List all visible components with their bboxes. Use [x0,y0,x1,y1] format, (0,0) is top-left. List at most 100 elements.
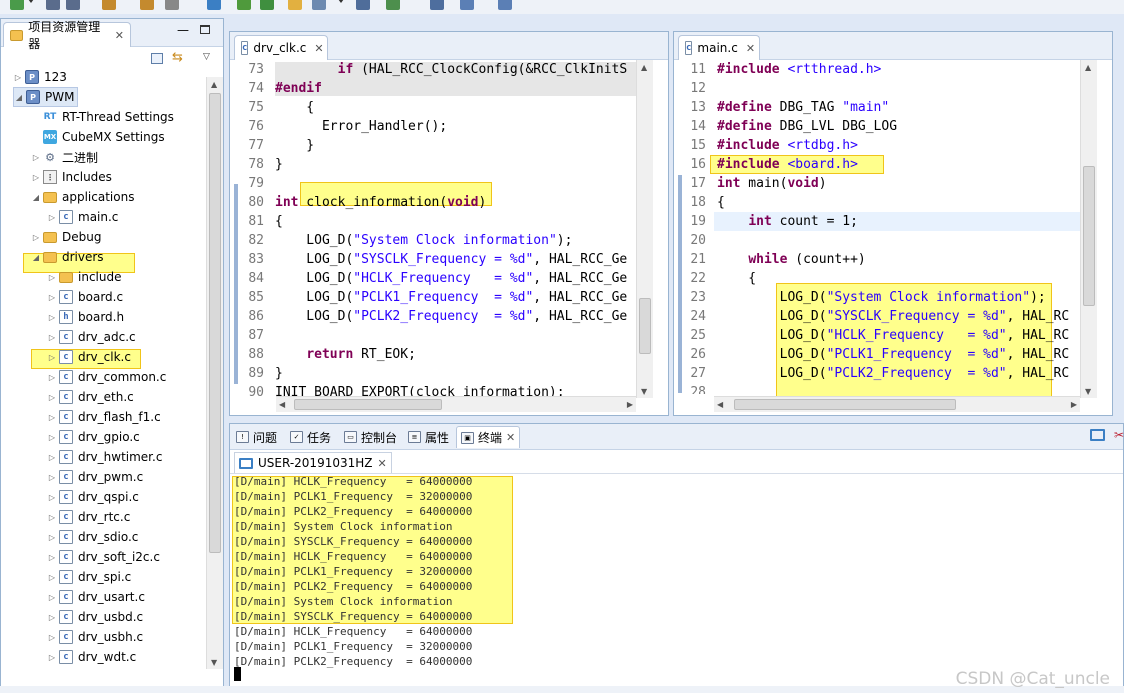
code-line[interactable]: LOG_D("System Clock information"); [717,288,1046,307]
clean-icon[interactable] [165,0,179,10]
collapsed-arrow-icon[interactable]: ▷ [47,213,57,222]
tree-item-drv-qspi-c[interactable]: ▷ c drv_qspi.c [47,487,139,507]
tree-item-drv-usbh-c[interactable]: ▷ c drv_usbh.c [47,627,143,647]
tree-item-drv-common-c[interactable]: ▷ c drv_common.c [47,367,166,387]
tree-item-drivers[interactable]: ◢ drivers [31,247,104,267]
collapsed-arrow-icon[interactable]: ▷ [47,533,57,542]
scroll-up-icon[interactable]: ▲ [641,63,647,72]
tree-item-drv-soft-i2c-c[interactable]: ▷ c drv_soft_i2c.c [47,547,160,567]
collapsed-arrow-icon[interactable]: ▷ [47,333,57,342]
code-line[interactable]: LOG_D("SYSCLK_Frequency = %d", HAL_RC [717,307,1070,326]
collapsed-arrow-icon[interactable]: ▷ [47,453,57,462]
tree-item-drv-gpio-c[interactable]: ▷ c drv_gpio.c [47,427,140,447]
tree-item-main-c[interactable]: ▷ c main.c [47,207,118,227]
tab-problems[interactable]: ! 问题 [232,426,281,448]
tab-properties[interactable]: ≡ 属性 [404,426,453,448]
terminal-output[interactable]: [D/main] HCLK_Frequency = 64000000 [D/mai… [230,473,1123,685]
code-line[interactable]: #define DBG_LVL DBG_LOG [717,117,897,136]
editor-right-hscrollbar[interactable]: ◀ ▶ [714,396,1080,412]
scroll-thumb[interactable] [294,399,442,410]
new-icon[interactable] [10,0,24,10]
close-icon[interactable]: ✕ [314,42,323,55]
code-line[interactable]: if (HAL_RCC_ClockConfig(&RCC_ClkInitS [275,60,628,79]
close-icon[interactable]: ✕ [506,431,515,444]
disconnect-icon[interactable]: ✂ [1114,428,1124,442]
editor-right-vscrollbar[interactable]: ▲ ▼ [1080,60,1097,398]
collapsed-arrow-icon[interactable]: ▷ [47,493,57,502]
collapsed-arrow-icon[interactable]: ▷ [31,233,41,242]
tree-item-applications[interactable]: ◢ applications [31,187,135,207]
explorer-vscrollbar[interactable]: ▲ ▼ [206,77,223,669]
collapsed-arrow-icon[interactable]: ▷ [47,613,57,622]
scroll-right-icon[interactable]: ▶ [627,400,633,409]
scroll-left-icon[interactable]: ◀ [279,400,285,409]
collapsed-arrow-icon[interactable]: ▷ [13,73,23,82]
link-with-editor-icon[interactable]: ⇆ [172,50,183,65]
collapsed-arrow-icon[interactable]: ▷ [31,153,41,162]
collapsed-arrow-icon[interactable]: ▷ [47,513,57,522]
collapsed-arrow-icon[interactable]: ▷ [31,173,41,182]
collapsed-arrow-icon[interactable]: ▷ [47,633,57,642]
collapsed-arrow-icon[interactable]: ▷ [47,273,57,282]
annotation-icon[interactable] [386,0,400,10]
back-icon[interactable] [460,0,474,10]
collapsed-arrow-icon[interactable]: ▷ [47,573,57,582]
search-icon[interactable] [312,0,326,10]
debug-icon[interactable] [237,0,251,10]
code-line[interactable]: int clock_information(void) [275,193,486,212]
collapsed-arrow-icon[interactable]: ▷ [47,413,57,422]
scroll-left-icon[interactable]: ◀ [717,400,723,409]
scroll-thumb[interactable] [734,399,956,410]
tree-item-cubemx-settings[interactable]: MX CubeMX Settings [31,127,165,147]
editor-left-vscrollbar[interactable]: ▲ ▼ [636,60,653,398]
code-line[interactable]: { [717,193,725,212]
code-line[interactable]: { [717,269,756,288]
tree-item-[interactable]: ▷ ⚙ 二进制 [31,147,98,167]
collapsed-arrow-icon[interactable]: ▷ [47,393,57,402]
code-area[interactable]: 11 #include <rtthread.h> 12 13 #define DBG_T… [674,60,1079,394]
tree-item-drv-wdt-c[interactable]: ▷ c drv_wdt.c [47,647,136,667]
close-icon[interactable]: ✕ [378,457,387,470]
code-line[interactable]: LOG_D("SYSCLK_Frequency = %d", HAL_RCC_G… [275,250,627,269]
code-area[interactable]: 73 if (HAL_RCC_ClockConfig(&RCC_ClkInitS… [230,60,635,398]
tab-drv-clk-c[interactable]: c drv_clk.c ✕ [234,35,328,60]
tree-item-drv-usart-c[interactable]: ▷ c drv_usart.c [47,587,145,607]
tree-item-drv-clk-c[interactable]: ▷ c drv_clk.c [47,347,131,367]
expanded-arrow-icon[interactable]: ◢ [31,253,41,262]
tree-item-drv-eth-c[interactable]: ▷ c drv_eth.c [47,387,134,407]
tree-item-debug[interactable]: ▷ Debug [31,227,102,247]
build-all-icon[interactable] [140,0,154,10]
maximize-icon[interactable] [200,25,210,34]
code-line[interactable]: LOG_D("PCLK1_Frequency = %d", HAL_RC [717,345,1070,364]
collapse-all-icon[interactable] [151,53,163,64]
scroll-down-icon[interactable]: ▼ [641,387,647,396]
tab-project-explorer[interactable]: 项目资源管理器 ✕ [3,20,131,51]
code-line[interactable]: LOG_D("HCLK_Frequency = %d", HAL_RC [717,326,1070,345]
tree-item-drv-sdio-c[interactable]: ▷ c drv_sdio.c [47,527,138,547]
tree-item-drv-rtc-c[interactable]: ▷ c drv_rtc.c [47,507,130,527]
code-line[interactable]: } [275,155,283,174]
tab-console[interactable]: ▭ 控制台 [340,426,401,448]
view-menu-icon[interactable]: ▽ [203,52,210,62]
expanded-arrow-icon[interactable]: ◢ [14,93,24,102]
collapsed-arrow-icon[interactable]: ▷ [47,593,57,602]
layers-icon[interactable] [430,0,444,10]
code-line[interactable]: #endif [275,79,322,98]
save-icon[interactable] [46,0,60,10]
scroll-up-icon[interactable]: ▲ [1085,63,1091,72]
expanded-arrow-icon[interactable]: ◢ [31,193,41,202]
chevron-down-icon[interactable] [28,0,34,3]
tree-item-includes[interactable]: ▷ ⋮ Includes [31,167,112,187]
tab-tasks[interactable]: ✓ 任务 [286,426,335,448]
tag-icon[interactable] [356,0,370,10]
scroll-down-icon[interactable]: ▼ [211,658,217,667]
collapsed-arrow-icon[interactable]: ▷ [47,433,57,442]
monitor-icon[interactable] [1090,429,1105,441]
tree-item-drv-pwm-c[interactable]: ▷ c drv_pwm.c [47,467,143,487]
tree-item-drv-flash-f1-c[interactable]: ▷ c drv_flash_f1.c [47,407,161,427]
code-line[interactable]: while (count++) [717,250,865,269]
tree-item-board-c[interactable]: ▷ c board.c [47,287,123,307]
scroll-thumb[interactable] [1083,166,1095,306]
code-line[interactable]: int main(void) [717,174,827,193]
tree-item-include[interactable]: ▷ include [47,267,122,287]
